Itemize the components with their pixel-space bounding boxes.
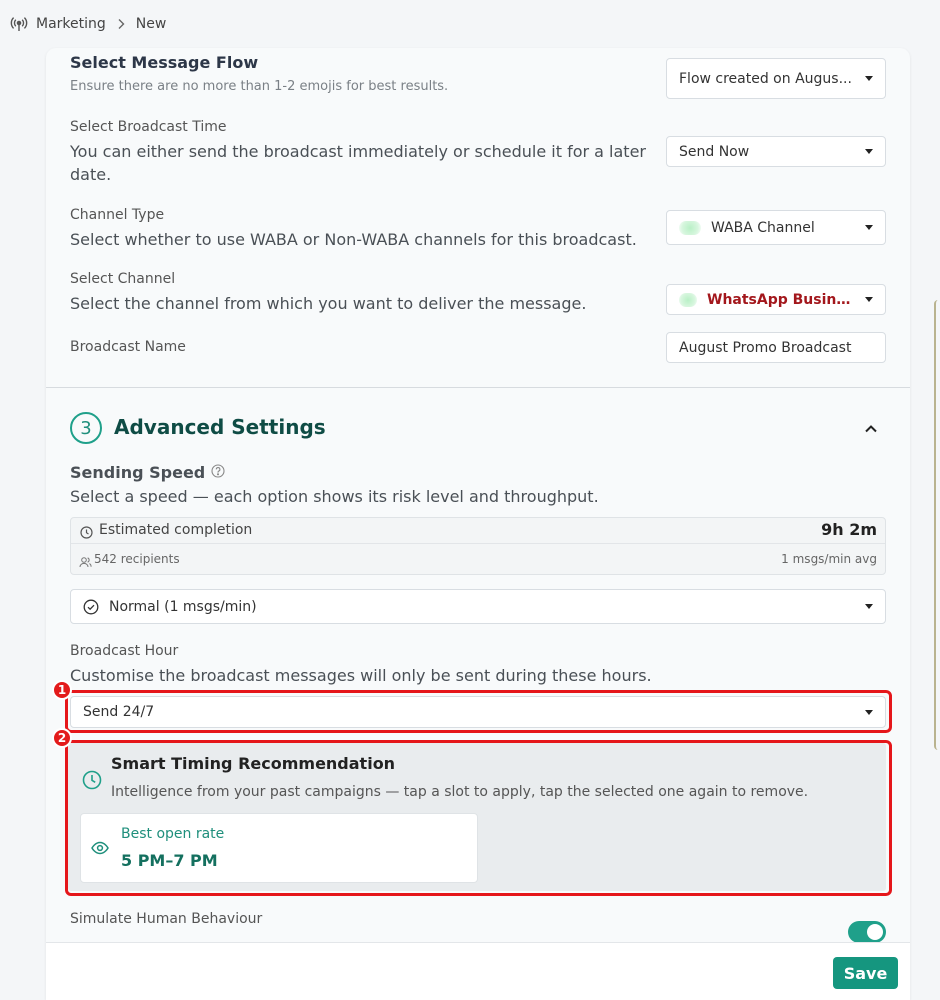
- message-flow-value: Flow created on Augus...: [679, 70, 852, 87]
- channel-type-value: WABA Channel: [711, 219, 815, 236]
- annotation-badge-2: 2: [52, 728, 72, 748]
- waba-channel-icon: [679, 220, 701, 235]
- broadcast-time-label: Select Broadcast Time: [70, 119, 227, 135]
- broadcast-form-card: Select Message Flow Ensure there are no …: [46, 48, 910, 1000]
- sending-speed-select[interactable]: Normal (1 msgs/min): [70, 589, 886, 624]
- broadcast-hour-description: Customise the broadcast messages will on…: [70, 666, 652, 685]
- estimate-label: Estimated completion: [99, 522, 253, 538]
- chevron-right-icon: [114, 17, 128, 31]
- breadcrumb-marketing-link[interactable]: Marketing: [36, 16, 106, 32]
- step-number: 3: [80, 417, 92, 439]
- broadcast-time-select[interactable]: Send Now: [666, 136, 886, 167]
- broadcast-time-description: You can either send the broadcast immedi…: [70, 142, 646, 184]
- advanced-settings-title: Advanced Settings: [114, 415, 326, 439]
- breadcrumb: Marketing New: [10, 14, 166, 34]
- broadcast-time-value: Send Now: [679, 143, 750, 160]
- side-panel-edge: [934, 300, 940, 750]
- message-flow-select[interactable]: Flow created on Augus...: [666, 58, 886, 99]
- caret-down-icon: [865, 76, 873, 81]
- channel-type-label: Channel Type: [70, 207, 165, 223]
- section-divider: [46, 387, 910, 388]
- clock-icon: [80, 524, 93, 543]
- channel-type-description: Select whether to use WABA or Non-WABA c…: [70, 230, 637, 249]
- recipients-count: 542 recipients: [94, 552, 180, 566]
- chevron-up-icon[interactable]: [862, 420, 880, 442]
- sending-speed-title: Sending Speed: [70, 463, 206, 482]
- caret-down-icon: [865, 604, 873, 609]
- help-icon[interactable]: [211, 463, 225, 482]
- breadcrumb-current: New: [135, 16, 167, 32]
- broadcast-name-label: Broadcast Name: [70, 339, 186, 355]
- send-rate: 1 msgs/min avg: [781, 552, 877, 566]
- annotation-badge-1: 1: [52, 680, 72, 700]
- channel-select[interactable]: WhatsApp Busine...: [666, 284, 886, 315]
- caret-down-icon: [865, 225, 873, 230]
- step-number-badge: 3: [70, 412, 102, 444]
- channel-label: Select Channel: [70, 271, 176, 287]
- save-button[interactable]: Save: [833, 957, 898, 989]
- estimate-header: Estimated completion 9h 2m: [71, 518, 885, 544]
- sending-speed-value: Normal (1 msgs/min): [109, 598, 257, 615]
- message-flow-title: Select Message Flow: [70, 53, 259, 72]
- human-behaviour-toggle[interactable]: [848, 921, 886, 943]
- whatsapp-channel-icon: [679, 292, 697, 307]
- caret-down-icon: [865, 297, 873, 302]
- broadcast-hour-label: Broadcast Hour: [70, 643, 179, 659]
- broadcast-name-input[interactable]: August Promo Broadcast: [666, 332, 886, 363]
- message-flow-hint: Ensure there are no more than 1-2 emojis…: [70, 79, 449, 94]
- check-circle-icon: [83, 599, 99, 615]
- caret-down-icon: [865, 149, 873, 154]
- human-behaviour-label: Simulate Human Behaviour: [70, 911, 263, 927]
- estimate-value: 9h 2m: [821, 520, 877, 539]
- users-icon: [79, 553, 92, 572]
- broadcast-icon: [10, 15, 28, 33]
- channel-value: WhatsApp Busine...: [707, 291, 857, 308]
- footer-bar: Save: [46, 942, 910, 1000]
- channel-description: Select the channel from which you want t…: [70, 294, 587, 313]
- page: Marketing New Select Message Flow Ensure…: [0, 0, 940, 1000]
- broadcast-name-value: August Promo Broadcast: [679, 339, 852, 356]
- sending-speed-heading: Sending Speed: [70, 463, 225, 482]
- highlight-box-2: [65, 740, 892, 896]
- estimated-completion-panel: Estimated completion 9h 2m 542 recipient…: [70, 517, 886, 575]
- highlight-box-1: [65, 690, 892, 733]
- sending-speed-description: Select a speed — each option shows its r…: [70, 487, 599, 506]
- channel-type-select[interactable]: WABA Channel: [666, 210, 886, 245]
- toggle-knob: [867, 924, 883, 940]
